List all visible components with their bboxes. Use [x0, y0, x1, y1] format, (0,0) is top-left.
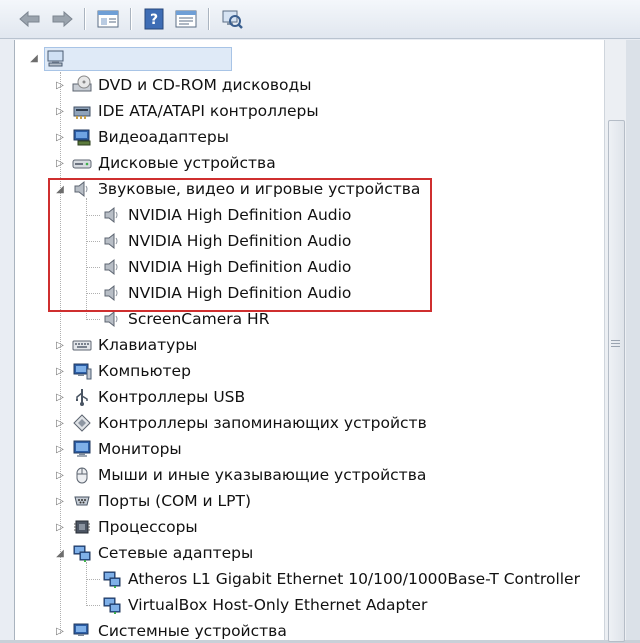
tree-root[interactable]: ◢ [28, 46, 72, 70]
category-ports[interactable]: ▷ Порты (COM и LPT) [54, 489, 251, 513]
expand-arrow-icon[interactable]: ▷ [54, 365, 66, 377]
category-label: Дисковые устройства [98, 154, 276, 172]
disk-drive-icon [72, 153, 92, 173]
category-label: Порты (COM и LPT) [98, 492, 252, 510]
toolbar-separator [208, 8, 210, 30]
dvd-drive-icon [72, 75, 92, 95]
show-hide-console-tree-button[interactable] [96, 7, 120, 31]
collapse-arrow-icon[interactable]: ◢ [54, 547, 66, 559]
category-label: Системные устройства [98, 622, 287, 640]
scan-hardware-icon [222, 10, 243, 29]
expand-arrow-icon[interactable]: ▷ [54, 495, 66, 507]
keyboard-icon [72, 335, 92, 355]
category-label: Процессоры [98, 518, 198, 536]
device-label: ScreenCamera HR [128, 310, 270, 328]
category-video-adapters[interactable]: ▷ Видеоадаптеры [54, 125, 229, 149]
console-tree-icon [97, 10, 119, 28]
usb-icon [72, 387, 92, 407]
network-adapter-icon [102, 595, 122, 615]
scrollbar-thumb[interactable] [608, 120, 625, 642]
category-system-devices[interactable]: ▷ Системные устройства [54, 619, 287, 643]
expand-arrow-icon[interactable]: ▷ [54, 131, 66, 143]
system-device-icon [72, 621, 92, 641]
category-keyboards[interactable]: ▷ Клавиатуры [54, 333, 197, 357]
category-label: Мониторы [98, 440, 182, 458]
category-disk-drives[interactable]: ▷ Дисковые устройства [54, 151, 276, 175]
toolbar-separator [130, 8, 132, 30]
help-icon: ? [144, 8, 164, 30]
arrow-left-icon [19, 10, 40, 28]
arrow-right-icon [52, 10, 73, 28]
root-selection [44, 47, 232, 71]
expand-arrow-icon[interactable]: ▷ [54, 443, 66, 455]
expand-arrow-icon[interactable]: ▷ [54, 157, 66, 169]
device-atheros[interactable]: Atheros L1 Gigabit Ethernet 10/100/1000B… [86, 567, 580, 591]
expand-arrow-icon[interactable]: ▷ [54, 79, 66, 91]
device-virtualbox-adapter[interactable]: VirtualBox Host-Only Ethernet Adapter [86, 593, 427, 617]
category-label: Контроллеры запоминающих устройств [98, 414, 427, 432]
category-label: Мыши и иные указывающие устройства [98, 466, 427, 484]
tree-connector [86, 604, 100, 606]
category-mice[interactable]: ▷ Мыши и иные указывающие устройства [54, 463, 426, 487]
back-button[interactable] [18, 7, 42, 31]
network-adapter-icon [102, 569, 122, 589]
toolbar: ? [0, 0, 640, 39]
tree-connector [86, 318, 100, 320]
category-storage-controllers[interactable]: ▷ Контроллеры запоминающих устройств [54, 411, 427, 435]
category-usb[interactable]: ▷ Контроллеры USB [54, 385, 245, 409]
speaker-icon [102, 309, 122, 329]
scrollbar-grip [611, 340, 620, 341]
expand-arrow-icon[interactable]: ▷ [54, 391, 66, 403]
properties-icon [175, 10, 197, 28]
category-label: Компьютер [98, 362, 191, 380]
computer-icon [72, 361, 92, 381]
category-ide[interactable]: ▷ IDE ATA/ATAPI контроллеры [54, 99, 319, 123]
expand-arrow-icon[interactable]: ▷ [54, 417, 66, 429]
computer-icon [46, 48, 66, 68]
category-label: Клавиатуры [98, 336, 198, 354]
category-network-adapters[interactable]: ◢ Сетевые адаптеры [54, 541, 253, 565]
tree-connector [86, 578, 100, 580]
properties-button[interactable] [174, 7, 198, 31]
category-label: Видеоадаптеры [98, 128, 229, 146]
device-label: Atheros L1 Gigabit Ethernet 10/100/1000B… [128, 570, 580, 588]
expand-arrow-icon[interactable]: ▷ [54, 469, 66, 481]
category-label: DVD и CD-ROM дисководы [98, 76, 312, 94]
mouse-icon [72, 465, 92, 485]
processor-icon [72, 517, 92, 537]
toolbar-separator [84, 8, 86, 30]
ide-controller-icon [72, 101, 92, 121]
monitor-icon [72, 439, 92, 459]
category-monitors[interactable]: ▷ Мониторы [54, 437, 182, 461]
vertical-scrollbar[interactable] [604, 40, 627, 642]
device-manager-window: ? ◢ ▷ DVD и CD-ROM дисководы ▷ IDE ATA/A… [0, 0, 640, 643]
category-label: Контроллеры USB [98, 388, 246, 406]
device-label: VirtualBox Host-Only Ethernet Adapter [128, 596, 428, 614]
expand-arrow-icon[interactable]: ▷ [54, 105, 66, 117]
highlight-box [48, 178, 432, 312]
forward-button[interactable] [50, 7, 74, 31]
display-adapter-icon [72, 127, 92, 147]
expand-arrow-icon[interactable]: ▷ [54, 339, 66, 351]
category-label: Сетевые адаптеры [98, 544, 254, 562]
storage-controller-icon [72, 413, 92, 433]
category-label: IDE ATA/ATAPI контроллеры [98, 102, 319, 120]
category-dvd[interactable]: ▷ DVD и CD-ROM дисководы [54, 73, 311, 97]
scan-hardware-button[interactable] [220, 7, 244, 31]
network-adapter-icon [72, 543, 92, 563]
help-button[interactable]: ? [142, 7, 166, 31]
expand-arrow-icon[interactable]: ▷ [54, 521, 66, 533]
port-icon [72, 491, 92, 511]
svg-text:?: ? [150, 12, 158, 28]
expand-arrow-icon[interactable]: ▷ [54, 625, 66, 637]
category-processors[interactable]: ▷ Процессоры [54, 515, 198, 539]
window-edge [626, 40, 640, 640]
category-computer[interactable]: ▷ Компьютер [54, 359, 191, 383]
collapse-arrow-icon[interactable]: ◢ [28, 52, 40, 64]
